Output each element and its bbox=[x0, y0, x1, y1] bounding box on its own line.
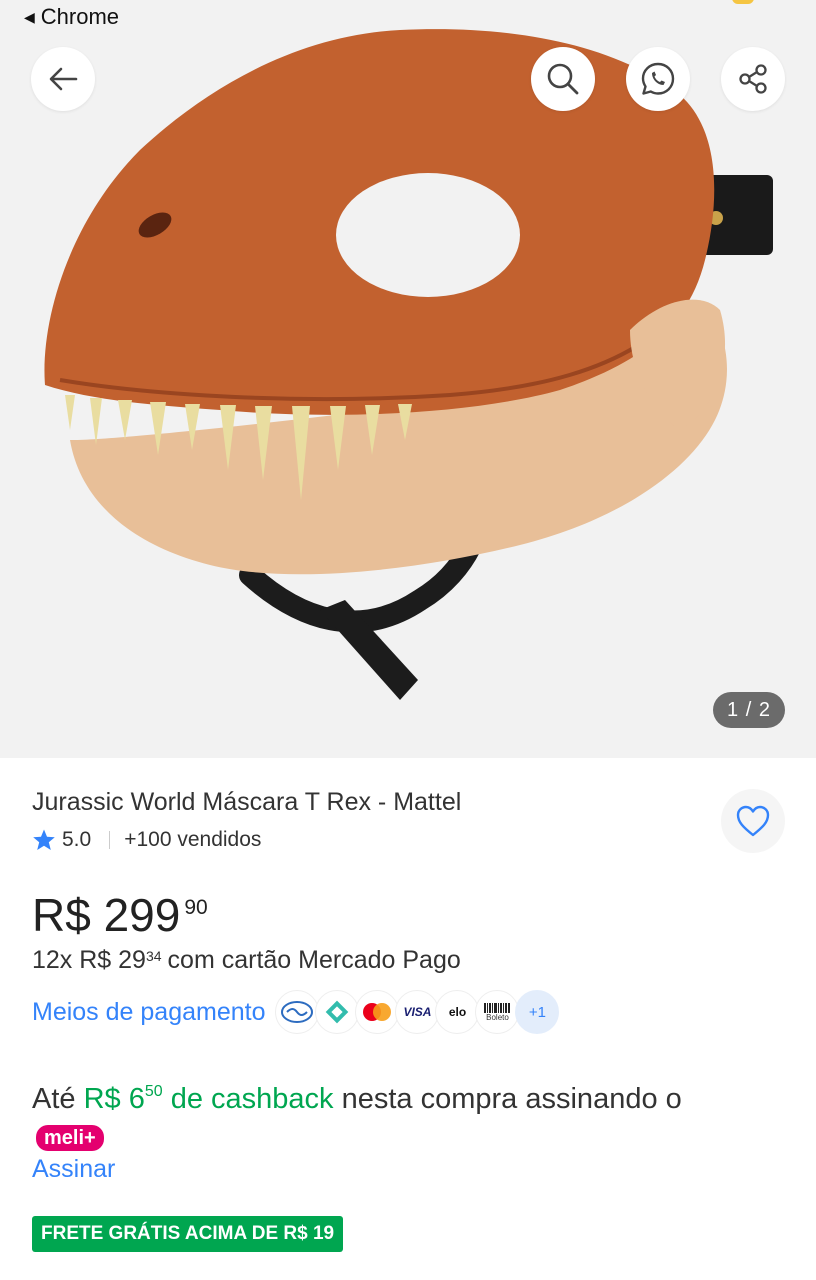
cashback-prefix: Até bbox=[32, 1083, 76, 1115]
more-payment-methods[interactable]: +1 bbox=[515, 990, 560, 1034]
back-triangle-icon: ◀ bbox=[24, 8, 35, 25]
price: R$ 299 90 bbox=[32, 888, 208, 942]
sold-count: +100 vendidos bbox=[124, 828, 262, 851]
product-title: Jurassic World Máscara T Rex - Mattel bbox=[32, 788, 462, 816]
cashback-middle: nesta compra assinando o bbox=[341, 1083, 682, 1115]
cashback-amount-suffix: de cashback bbox=[170, 1083, 334, 1115]
rating-value: 5.0 bbox=[62, 828, 92, 851]
whatsapp-button[interactable] bbox=[626, 47, 690, 111]
star-icon bbox=[33, 829, 55, 850]
arrow-left-icon bbox=[49, 67, 78, 91]
gallery-counter: 1 / 2 bbox=[713, 692, 785, 728]
favorite-button[interactable] bbox=[721, 789, 785, 853]
share-icon bbox=[739, 64, 767, 94]
heart-icon bbox=[736, 805, 770, 837]
share-button[interactable] bbox=[721, 47, 785, 111]
search-icon bbox=[547, 63, 579, 95]
installments-prefix: 12x R$ 29 bbox=[32, 946, 146, 974]
cashback-amount-main: R$ 6 bbox=[83, 1083, 145, 1115]
product-gallery[interactable]: ◀ Chrome 1 / 2 bbox=[0, 0, 816, 758]
pix-icon bbox=[315, 990, 360, 1034]
payment-methods-link[interactable]: Meios de pagamento bbox=[32, 998, 265, 1027]
installments-suffix: com cartão Mercado Pago bbox=[167, 946, 461, 974]
subscribe-link[interactable]: Assinar bbox=[32, 1155, 115, 1184]
free-shipping-badge: FRETE GRÁTIS ACIMA DE R$ 19 bbox=[32, 1216, 344, 1252]
back-button[interactable] bbox=[31, 47, 95, 111]
mercado-pago-icon bbox=[275, 990, 320, 1034]
payment-methods-row[interactable]: Meios de pagamento VISA elo Boleto +1 bbox=[32, 990, 560, 1034]
cashback-amount: R$ 650 de cashback bbox=[84, 1083, 334, 1115]
visa-icon: VISA bbox=[395, 990, 440, 1034]
whatsapp-icon bbox=[641, 62, 675, 95]
back-to-app[interactable]: ◀ Chrome bbox=[24, 4, 119, 30]
cashback-info: Até R$ 650 de cashback nesta compra assi… bbox=[32, 1072, 752, 1159]
search-button[interactable] bbox=[531, 47, 595, 111]
back-app-label: Chrome bbox=[40, 4, 120, 29]
elo-icon: elo bbox=[435, 990, 480, 1034]
price-main: R$ 299 bbox=[32, 889, 181, 941]
boleto-icon: Boleto bbox=[475, 990, 520, 1034]
mastercard-icon bbox=[355, 990, 400, 1034]
meli-plus-badge: meli+ bbox=[36, 1125, 104, 1151]
divider bbox=[109, 831, 111, 849]
installments-cents: 34 bbox=[145, 948, 162, 964]
installments: 12x R$ 29 34 com cartão Mercado Pago bbox=[32, 946, 461, 975]
rating-row[interactable]: 5.0 +100 vendidos bbox=[32, 828, 261, 852]
boleto-label: Boleto bbox=[486, 1012, 509, 1022]
cashback-amount-cents: 50 bbox=[144, 1083, 163, 1100]
price-cents: 90 bbox=[184, 896, 208, 919]
product-image[interactable] bbox=[0, 0, 816, 758]
